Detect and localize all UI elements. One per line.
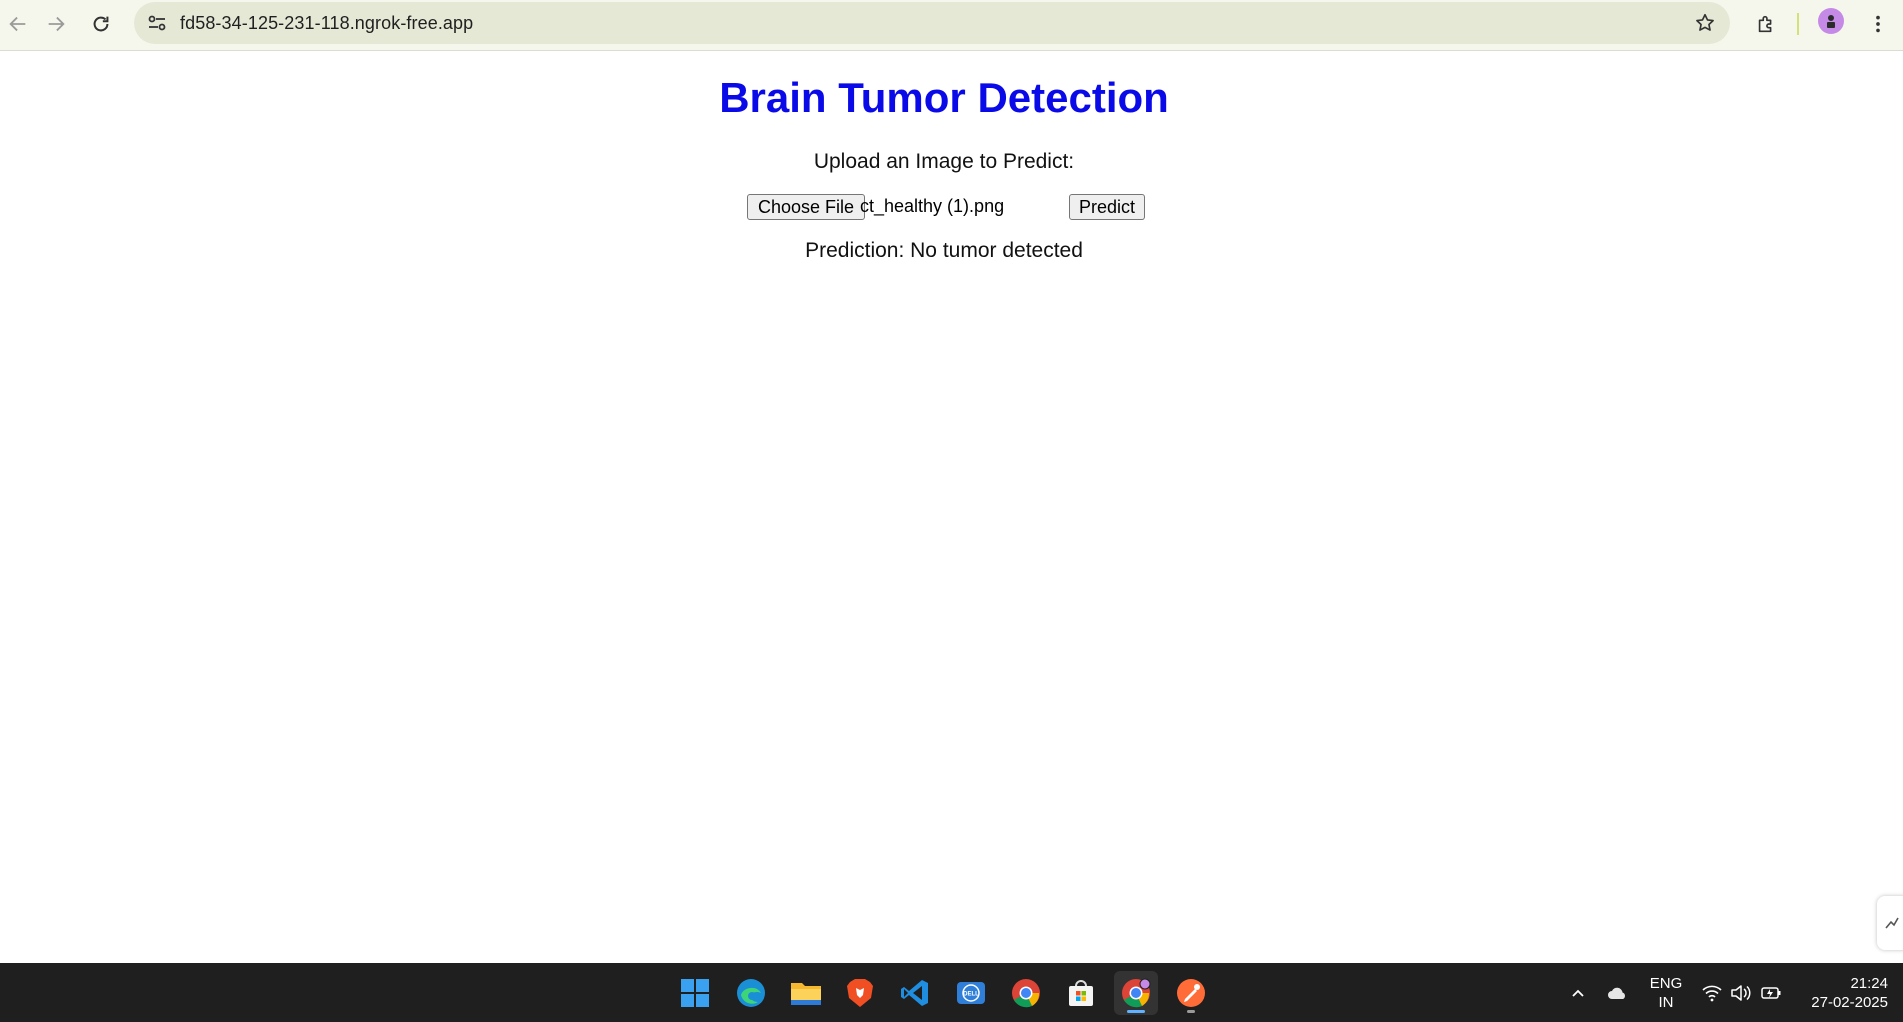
- browser-toolbar: fd58-34-125-231-118.ngrok-free.app: [0, 0, 1903, 51]
- url-text[interactable]: fd58-34-125-231-118.ngrok-free.app: [180, 13, 473, 34]
- clock-date: 27-02-2025: [1811, 994, 1888, 1011]
- reload-button[interactable]: [83, 6, 119, 42]
- forward-button[interactable]: [38, 6, 74, 42]
- extensions-icon: [1758, 15, 1772, 33]
- chrome-icon[interactable]: [1004, 971, 1048, 1015]
- dell-icon[interactable]: DELL: [949, 971, 993, 1015]
- clock-time: 21:24: [1850, 975, 1888, 992]
- selected-file-name: ct_healthy (1).png: [860, 196, 1005, 216]
- svg-text:DELL: DELL: [963, 992, 979, 998]
- reload-icon: [93, 16, 109, 32]
- onedrive-cloud-icon[interactable]: [1605, 981, 1629, 1005]
- address-bar[interactable]: fd58-34-125-231-118.ngrok-free.app: [134, 2, 1730, 44]
- side-panel-toggle[interactable]: [1877, 896, 1903, 950]
- forward-icon: [48, 16, 65, 32]
- system-clock[interactable]: 21:24 27-02-2025: [1796, 974, 1888, 1012]
- running-app-indicator: [1187, 1010, 1195, 1013]
- extensions-button[interactable]: [1748, 6, 1784, 42]
- active-app-indicator: [1127, 1010, 1145, 1013]
- toolbar-divider: [1797, 13, 1799, 35]
- battery-charging-icon[interactable]: [1759, 981, 1783, 1005]
- sidebar-toggle-icon: [1885, 917, 1899, 929]
- back-button[interactable]: [0, 6, 36, 42]
- chevron-up-icon[interactable]: [1566, 981, 1590, 1005]
- chrome-profile-icon: [1122, 978, 1151, 1008]
- profile-avatar[interactable]: [1818, 8, 1844, 34]
- prediction-result: Prediction: No tumor detected: [805, 239, 1083, 262]
- brave-icon[interactable]: [838, 971, 882, 1015]
- browser-menu-button[interactable]: [1860, 6, 1896, 42]
- menu-dots-icon: [1876, 15, 1880, 33]
- language-code: ENG: [1649, 975, 1683, 992]
- page-title: Brain Tumor Detection: [719, 74, 1169, 121]
- microsoft-store-icon[interactable]: [1059, 971, 1103, 1015]
- volume-icon[interactable]: [1729, 981, 1753, 1005]
- region-code: IN: [1658, 994, 1674, 1011]
- predict-button[interactable]: Predict: [1069, 194, 1146, 220]
- postman-icon[interactable]: [1169, 971, 1213, 1015]
- site-info-icon[interactable]: [144, 10, 170, 36]
- wifi-icon[interactable]: [1700, 981, 1724, 1005]
- edge-icon[interactable]: [729, 971, 773, 1015]
- file-explorer-icon[interactable]: [784, 971, 828, 1015]
- back-icon: [9, 16, 26, 32]
- windows-taskbar: DELL ENG IN 21:24 27-02-2025: [0, 963, 1903, 1022]
- bookmark-star-icon[interactable]: [1692, 10, 1718, 36]
- language-indicator[interactable]: ENG IN: [1645, 974, 1687, 1012]
- chrome-profile-taskbar-button[interactable]: [1114, 971, 1158, 1015]
- upload-label: Upload an Image to Predict:: [813, 150, 1075, 173]
- choose-file-button[interactable]: Choose File: [747, 194, 866, 220]
- windows-start-icon[interactable]: [673, 971, 717, 1015]
- vscode-icon[interactable]: [893, 971, 937, 1015]
